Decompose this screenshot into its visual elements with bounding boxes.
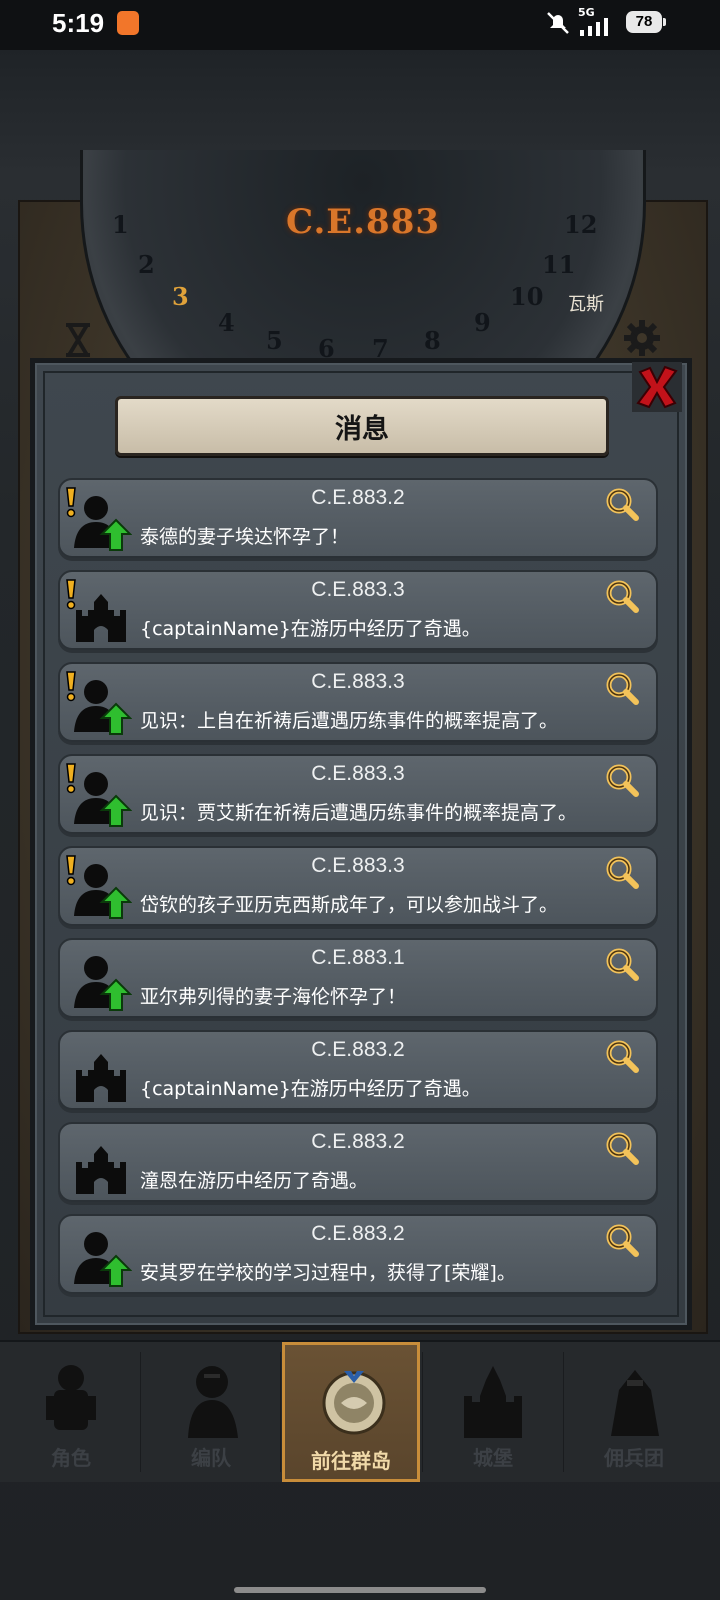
message-text: {captainName}在游历中经历了奇遇。 [140, 1078, 481, 1100]
nav-item-label: 前往群岛 [311, 1449, 391, 1473]
magnifier-icon[interactable] [604, 578, 640, 614]
clock-digit-12: 12 [564, 210, 598, 239]
message-row[interactable]: C.E.883.3 见识：贾艾斯在祈祷后遭遇历练事件的概率提高了。 [58, 754, 658, 834]
clock-digit-4: 4 [218, 308, 235, 337]
hourglass-icon[interactable] [60, 322, 96, 358]
message-text: 亚尔弗列得的妻子海伦怀孕了！ [140, 986, 407, 1008]
signal-icon [580, 18, 608, 36]
nav-divider [563, 1352, 564, 1472]
bottom-nav: 角色 编队 前往群岛 城堡 佣兵团 [0, 1340, 720, 1482]
message-date: C.E.883.2 [311, 1038, 405, 1061]
magnifier-icon[interactable] [604, 1222, 640, 1258]
status-time: 5:19 [52, 8, 105, 38]
nav-item-label: 城堡 [473, 1446, 513, 1470]
magnifier-icon[interactable] [604, 854, 640, 890]
message-date: C.E.883.3 [311, 670, 405, 693]
message-row[interactable]: C.E.883.2 {captainName}在游历中经历了奇遇。 [58, 1030, 658, 1110]
message-date: C.E.883.1 [311, 946, 405, 969]
nav-item-1[interactable]: 角色 [2, 1342, 140, 1482]
nav-item-4[interactable]: 城堡 [424, 1342, 562, 1482]
nav-item-label: 佣兵团 [604, 1446, 664, 1470]
message-date: C.E.883.2 [311, 1222, 405, 1245]
notification-app-icon [117, 11, 139, 35]
message-row[interactable]: C.E.883.3 见识：上自在祈祷后遭遇历练事件的概率提高了。 [58, 662, 658, 742]
message-text: 见识：贾艾斯在祈祷后遭遇历练事件的概率提高了。 [140, 802, 578, 824]
status-bar: 5:19 5G 78 [0, 0, 720, 50]
nav-item-3[interactable]: 前往群岛 [282, 1342, 420, 1482]
nav-item-2[interactable]: 编队 [142, 1342, 280, 1482]
dialog-title-banner: 消息 [115, 396, 609, 456]
message-text: {captainName}在游历中经历了奇遇。 [140, 618, 481, 640]
clock-digit-2: 2 [138, 250, 155, 279]
message-text: 泰德的妻子埃达怀孕了！ [140, 526, 350, 548]
magnifier-icon[interactable] [604, 1038, 640, 1074]
message-row[interactable]: C.E.883.3 {captainName}在游历中经历了奇遇。 [58, 570, 658, 650]
clock-digit-5: 5 [266, 326, 283, 355]
clock-digit-11: 11 [542, 250, 576, 279]
message-row[interactable]: C.E.883.1 亚尔弗列得的妻子海伦怀孕了！ [58, 938, 658, 1018]
home-indicator[interactable] [234, 1587, 486, 1593]
nav-divider [140, 1352, 141, 1472]
compass-icon [322, 1371, 386, 1435]
message-list[interactable]: C.E.883.2 泰德的妻子埃达怀孕了！ C.E.883.3 {captainNam… [58, 478, 658, 1302]
fortress-icon [464, 1366, 522, 1438]
knight-icon [46, 1365, 96, 1430]
nav-item-label: 角色 [51, 1446, 91, 1470]
message-row[interactable]: C.E.883.2 潼恩在游历中经历了奇遇。 [58, 1122, 658, 1202]
clock-digit-3: 3 [172, 282, 189, 311]
message-date: C.E.883.2 [311, 1130, 405, 1153]
nav-item-5[interactable]: 佣兵团 [565, 1342, 703, 1482]
clock-digit-10: 10 [510, 282, 544, 311]
message-date: C.E.883.3 [311, 762, 405, 785]
mute-icon [547, 12, 569, 34]
nav-divider [280, 1352, 281, 1472]
message-row[interactable]: C.E.883.3 岱钦的孩子亚历克西斯成年了，可以参加战斗了。 [58, 846, 658, 926]
message-date: C.E.883.2 [311, 486, 405, 509]
message-text: 安其罗在学校的学习过程中，获得了[荣耀]。 [140, 1262, 516, 1284]
clock-year: C.E.883 [285, 202, 441, 242]
magnifier-icon[interactable] [604, 486, 640, 522]
message-date: C.E.883.3 [311, 854, 405, 877]
message-text: 潼恩在游历中经历了奇遇。 [140, 1170, 369, 1192]
message-date: C.E.883.3 [311, 578, 405, 601]
clock-digit-8: 8 [424, 326, 441, 355]
battery-indicator: 78 [626, 11, 666, 33]
message-row[interactable]: C.E.883.2 泰德的妻子埃达怀孕了！ [58, 478, 658, 558]
magnifier-icon[interactable] [604, 946, 640, 982]
nav-divider [422, 1352, 423, 1472]
dialog-title: 消息 [335, 414, 389, 445]
nav-item-label: 编队 [191, 1446, 231, 1470]
magnifier-icon[interactable] [604, 670, 640, 706]
mercenary-icon [611, 1370, 659, 1436]
gear-icon[interactable] [622, 318, 662, 358]
clock-digit-1: 1 [112, 210, 129, 239]
squad-icon [188, 1366, 238, 1438]
message-row[interactable]: C.E.883.2 安其罗在学校的学习过程中，获得了[荣耀]。 [58, 1214, 658, 1294]
magnifier-icon[interactable] [604, 762, 640, 798]
close-icon[interactable] [632, 362, 682, 412]
message-text: 岱钦的孩子亚历克西斯成年了，可以参加战斗了。 [140, 894, 559, 916]
magnifier-icon[interactable] [604, 1130, 640, 1166]
map-location-label: 瓦斯 [568, 294, 604, 315]
clock-digit-9: 9 [474, 308, 491, 337]
message-text: 见识：上自在祈祷后遭遇历练事件的概率提高了。 [140, 710, 559, 732]
